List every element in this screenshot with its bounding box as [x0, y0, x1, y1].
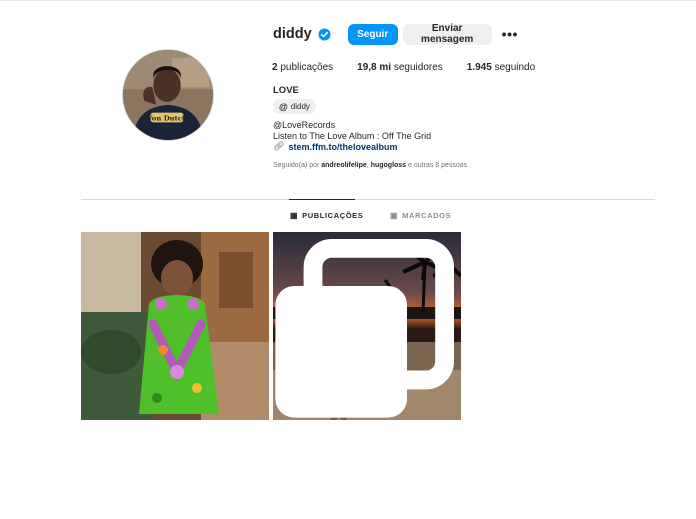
threads-badge[interactable]: @ diddy — [273, 99, 316, 114]
followed-by-separator: , — [366, 162, 369, 169]
tab-tagged-label: MARCADOS — [402, 211, 452, 220]
top-border — [0, 0, 696, 1]
bio-line-1: @LoveRecords — [273, 120, 336, 130]
carousel-icon — [275, 239, 454, 418]
bio-text: @LoveRecords Listen to The Love Album : … — [273, 120, 431, 142]
post-thumbnail-2[interactable] — [273, 232, 461, 420]
verified-badge-icon — [318, 27, 331, 41]
threads-handle: diddy — [290, 102, 310, 111]
svg-text:Von Dutch: Von Dutch — [146, 114, 187, 122]
followers-label: seguidores — [393, 62, 443, 73]
bio-link[interactable]: 🔗︎ stem.ffm.to/thelovealbum — [273, 141, 397, 152]
post-thumbnail-1[interactable] — [81, 232, 269, 420]
send-message-button[interactable]: Enviar mensagem — [402, 23, 492, 45]
posts-stat: 2 publicações — [272, 62, 333, 73]
active-tab-indicator — [289, 199, 355, 200]
followed-by-suffix: e outras 8 pessoas — [408, 162, 468, 169]
tab-posts-label: PUBLICAÇÕES — [302, 211, 364, 220]
profile-avatar[interactable]: Von Dutch — [122, 49, 214, 141]
followed-by-user-2[interactable]: hugogloss — [371, 162, 406, 169]
following-label: seguindo — [494, 62, 536, 73]
tab-posts[interactable]: ▦ PUBLICAÇÕES — [290, 211, 363, 220]
link-icon: 🔗︎ — [273, 141, 285, 151]
username: diddy — [273, 26, 312, 42]
following-count: 1.945 — [466, 62, 492, 73]
grid-icon: ▦ — [290, 211, 299, 220]
post-image-1 — [81, 232, 269, 420]
followers-stat[interactable]: 19,8 mi seguidores — [357, 62, 443, 73]
profile-name: LOVE — [273, 85, 299, 96]
avatar-image: Von Dutch — [123, 50, 213, 140]
following-stat[interactable]: 1.945 seguindo — [467, 62, 535, 73]
followed-by-user-1[interactable]: andreolifelipe — [321, 162, 367, 169]
profile-header: diddy Seguir Enviar mensagem ••• — [273, 23, 518, 45]
bio-link-text: stem.ffm.to/thelovealbum — [288, 141, 398, 152]
tab-tagged[interactable]: ▣ MARCADOS — [390, 211, 451, 220]
follow-button[interactable]: Seguir — [347, 23, 398, 45]
posts-label: publicações — [280, 62, 334, 73]
tabs-divider — [81, 199, 655, 200]
followed-by-prefix: Seguido(a) por — [273, 162, 320, 169]
profile-stats: 2 publicações 19,8 mi seguidores 1.945 s… — [272, 62, 559, 73]
threads-icon: @ — [279, 101, 288, 112]
tagged-icon: ▣ — [390, 211, 399, 220]
posts-count: 2 — [272, 62, 278, 73]
followers-count: 19,8 mi — [357, 62, 392, 73]
more-options-icon[interactable]: ••• — [502, 27, 518, 41]
followed-by[interactable]: Seguido(a) por andreolifelipe, hugogloss… — [273, 162, 467, 169]
